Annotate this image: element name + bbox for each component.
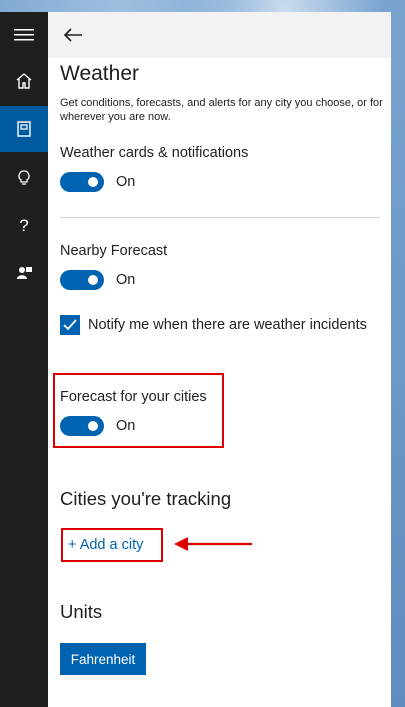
notebook-icon[interactable] — [0, 106, 48, 152]
page-title: Weather — [60, 62, 139, 85]
nearby-forecast-toggle[interactable] — [60, 270, 104, 290]
toggle-knob — [88, 275, 98, 285]
forecast-cities-state: On — [116, 418, 136, 434]
forecast-cities-toggle[interactable] — [60, 416, 104, 436]
feedback-icon[interactable] — [0, 250, 48, 296]
help-icon[interactable]: ? — [0, 203, 48, 249]
back-arrow-icon[interactable] — [60, 22, 86, 48]
annotation-arrow-icon — [174, 537, 252, 551]
page-description: Get conditions, forecasts, and alerts fo… — [60, 97, 383, 123]
forecast-cities-label: Forecast for your cities — [60, 389, 207, 405]
add-city-link[interactable]: + Add a city — [68, 537, 143, 553]
lightbulb-icon[interactable] — [0, 155, 48, 201]
weather-cards-state: On — [116, 174, 136, 190]
toggle-knob — [88, 421, 98, 431]
divider — [60, 217, 380, 218]
weather-cards-toggle[interactable] — [60, 172, 104, 192]
weather-cards-label: Weather cards & notifications — [60, 145, 249, 161]
navigation-rail: ? — [0, 12, 48, 707]
hamburger-menu-icon[interactable] — [0, 12, 48, 58]
toggle-knob — [88, 177, 98, 187]
home-icon[interactable] — [0, 58, 48, 104]
notify-incidents-label: Notify me when there are weather inciden… — [88, 317, 367, 333]
weather-settings-panel: Weather Get conditions, forecasts, and a… — [48, 12, 391, 707]
cities-heading: Cities you're tracking — [60, 488, 232, 509]
fahrenheit-button[interactable]: Fahrenheit — [60, 643, 146, 675]
notify-incidents-checkbox[interactable] — [60, 315, 80, 335]
nearby-forecast-state: On — [116, 272, 136, 288]
checkmark-icon — [63, 319, 77, 331]
nearby-forecast-label: Nearby Forecast — [60, 243, 168, 259]
header-bar — [48, 12, 391, 58]
units-heading: Units — [60, 601, 103, 622]
